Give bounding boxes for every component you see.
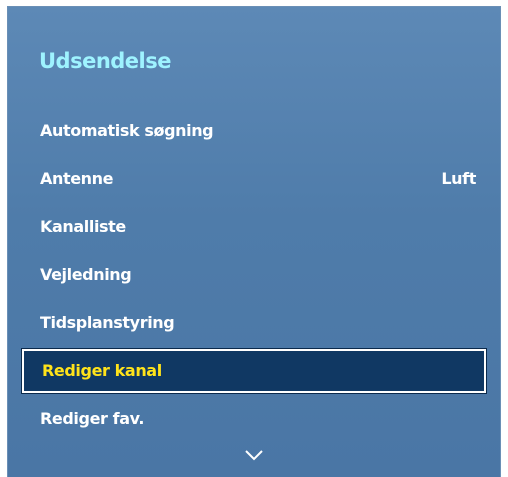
menu-item-label: Automatisk søgning — [40, 121, 214, 140]
chevron-down-icon[interactable] — [244, 449, 264, 461]
menu-item-value: Luft — [441, 169, 476, 188]
menu-item-automatic-search[interactable]: Automatisk søgning — [8, 107, 500, 155]
menu-item-label: Antenne — [40, 169, 114, 188]
menu-item-schedule-manager[interactable]: Tidsplanstyring — [8, 299, 500, 347]
menu-item-antenna[interactable]: Antenne Luft — [8, 155, 500, 203]
menu-item-label: Kanalliste — [40, 217, 126, 236]
menu-item-label: Tidsplanstyring — [40, 313, 175, 332]
broadcast-menu-panel: Udsendelse Automatisk søgning Antenne Lu… — [7, 6, 501, 477]
menu-item-edit-channel[interactable]: Rediger kanal — [22, 349, 486, 393]
menu-item-guide[interactable]: Vejledning — [8, 251, 500, 299]
menu-list: Automatisk søgning Antenne Luft Kanallis… — [8, 107, 500, 443]
menu-item-label: Rediger fav. — [40, 409, 145, 428]
menu-title: Udsendelse — [39, 49, 172, 73]
menu-item-edit-favorites[interactable]: Rediger fav. — [8, 395, 500, 443]
menu-item-label: Rediger kanal — [42, 361, 162, 380]
menu-item-label: Vejledning — [40, 265, 132, 284]
menu-item-channel-list[interactable]: Kanalliste — [8, 203, 500, 251]
